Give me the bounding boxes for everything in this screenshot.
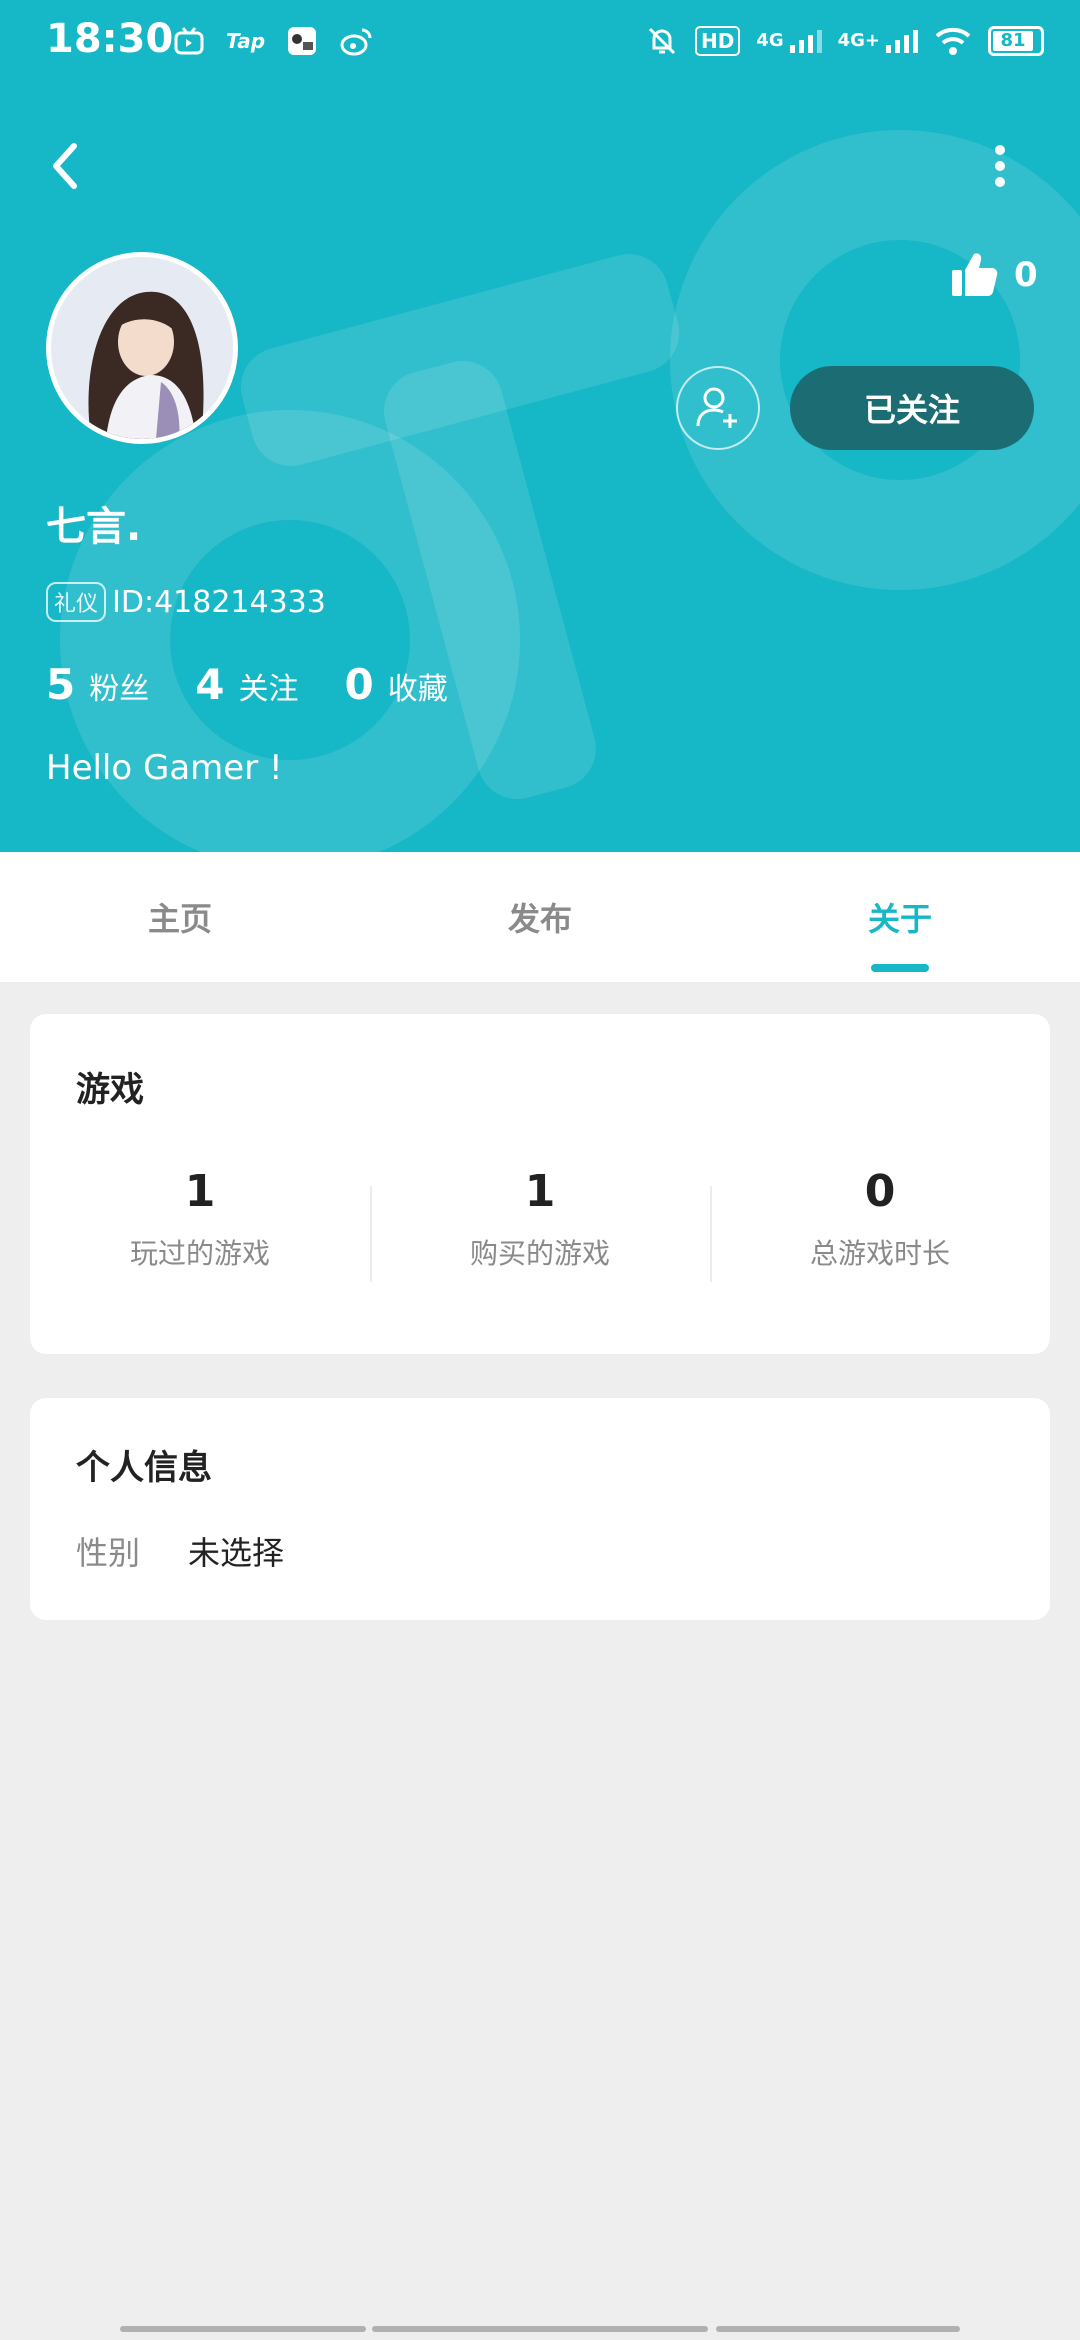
profile-stats: 5 粉丝 4 关注 0 收藏	[46, 660, 448, 709]
stat-number: 0	[864, 1166, 896, 1217]
signal-icon-2: 4G+	[838, 29, 918, 53]
user-bio: Hello Gamer !	[46, 748, 283, 788]
stat-played-games[interactable]: 1 玩过的游戏	[30, 1164, 370, 1284]
stat-following[interactable]: 4 关注	[195, 660, 298, 709]
stat-number: 1	[524, 1166, 556, 1217]
etiquette-badge[interactable]: 礼仪	[46, 582, 107, 622]
active-tab-indicator	[871, 964, 929, 972]
stat-number: 0	[344, 660, 374, 709]
profile-header: 18:30 Tap HD 4G 4G+ 81 0 已关注 七言. 礼仪 ID:4…	[0, 0, 1080, 852]
system-status-icons: HD 4G 4G+ 81	[645, 24, 1044, 58]
stat-number: 1	[184, 1166, 216, 1217]
gesture-bar	[0, 2316, 1080, 2340]
stat-favorites[interactable]: 0 收藏	[344, 660, 447, 709]
back-arrow-icon[interactable]	[38, 136, 98, 196]
stat-followers[interactable]: 5 粉丝	[46, 660, 149, 709]
add-user-icon	[696, 387, 737, 428]
profile-page: 18:30 Tap HD 4G 4G+ 81 0 已关注 七言. 礼仪 ID:4…	[0, 0, 1080, 2340]
notification-icons: Tap	[172, 24, 373, 58]
weibo-icon	[340, 28, 372, 56]
game-stats: 1 玩过的游戏 1 购买的游戏 0 总游戏时长	[30, 1164, 1050, 1284]
tab-about-label: 关于	[867, 900, 932, 938]
personal-info-card: 个人信息 性别 未选择	[30, 1398, 1050, 1620]
personal-info-title: 个人信息	[76, 1448, 212, 1488]
taptap-icon: Tap	[226, 29, 266, 53]
info-key: 性别	[76, 1534, 141, 1572]
gesture-segment	[716, 2326, 960, 2332]
game-app-icon	[288, 27, 317, 55]
games-card: 游戏 1 玩过的游戏 1 购买的游戏 0 总游戏时长	[30, 1014, 1050, 1354]
stat-label: 粉丝	[89, 672, 150, 707]
user-id-row: 礼仪 ID:418214333	[46, 582, 326, 622]
like-count: 0	[1014, 255, 1038, 295]
add-friend-button[interactable]	[676, 366, 760, 450]
hd-voice-icon: HD	[694, 26, 741, 56]
tab-about[interactable]: 关于	[720, 852, 1080, 982]
username: 七言.	[46, 504, 142, 550]
thumbs-up-icon	[952, 253, 998, 296]
profile-tabs: 主页 发布 关于	[0, 852, 1080, 982]
avatar-image	[51, 257, 233, 439]
battery-icon: 81	[988, 26, 1044, 56]
info-value: 未选择	[188, 1534, 285, 1572]
gesture-segment	[120, 2326, 366, 2332]
stat-label: 购买的游戏	[469, 1237, 610, 1270]
mute-bell-icon	[648, 27, 676, 55]
following-button[interactable]: 已关注	[790, 366, 1034, 450]
stat-total-playtime[interactable]: 0 总游戏时长	[710, 1164, 1050, 1284]
stat-number: 4	[195, 660, 225, 709]
like-button[interactable]: 0	[950, 250, 1038, 300]
games-card-title: 游戏	[76, 1070, 144, 1110]
tab-posts[interactable]: 发布	[360, 852, 720, 982]
battery-level: 81	[1000, 30, 1026, 51]
more-options-icon[interactable]	[980, 136, 1020, 196]
wifi-icon	[935, 27, 971, 55]
bilibili-tv-icon	[174, 27, 204, 55]
stat-number: 5	[46, 660, 76, 709]
gesture-segment	[372, 2326, 708, 2332]
stat-purchased-games[interactable]: 1 购买的游戏	[370, 1164, 710, 1284]
tab-home[interactable]: 主页	[0, 852, 360, 982]
status-time: 18:30	[46, 16, 174, 62]
stat-label: 收藏	[387, 672, 448, 707]
stat-label: 关注	[238, 672, 299, 707]
signal-icon-1: 4G	[756, 29, 822, 53]
stat-label: 总游戏时长	[809, 1237, 950, 1270]
stat-label: 玩过的游戏	[129, 1237, 270, 1270]
avatar[interactable]	[46, 252, 238, 444]
info-row-gender: 性别 未选择	[76, 1528, 284, 1574]
status-bar: 18:30 Tap HD 4G 4G+ 81	[0, 0, 1080, 84]
user-id: ID:418214333	[112, 584, 326, 620]
